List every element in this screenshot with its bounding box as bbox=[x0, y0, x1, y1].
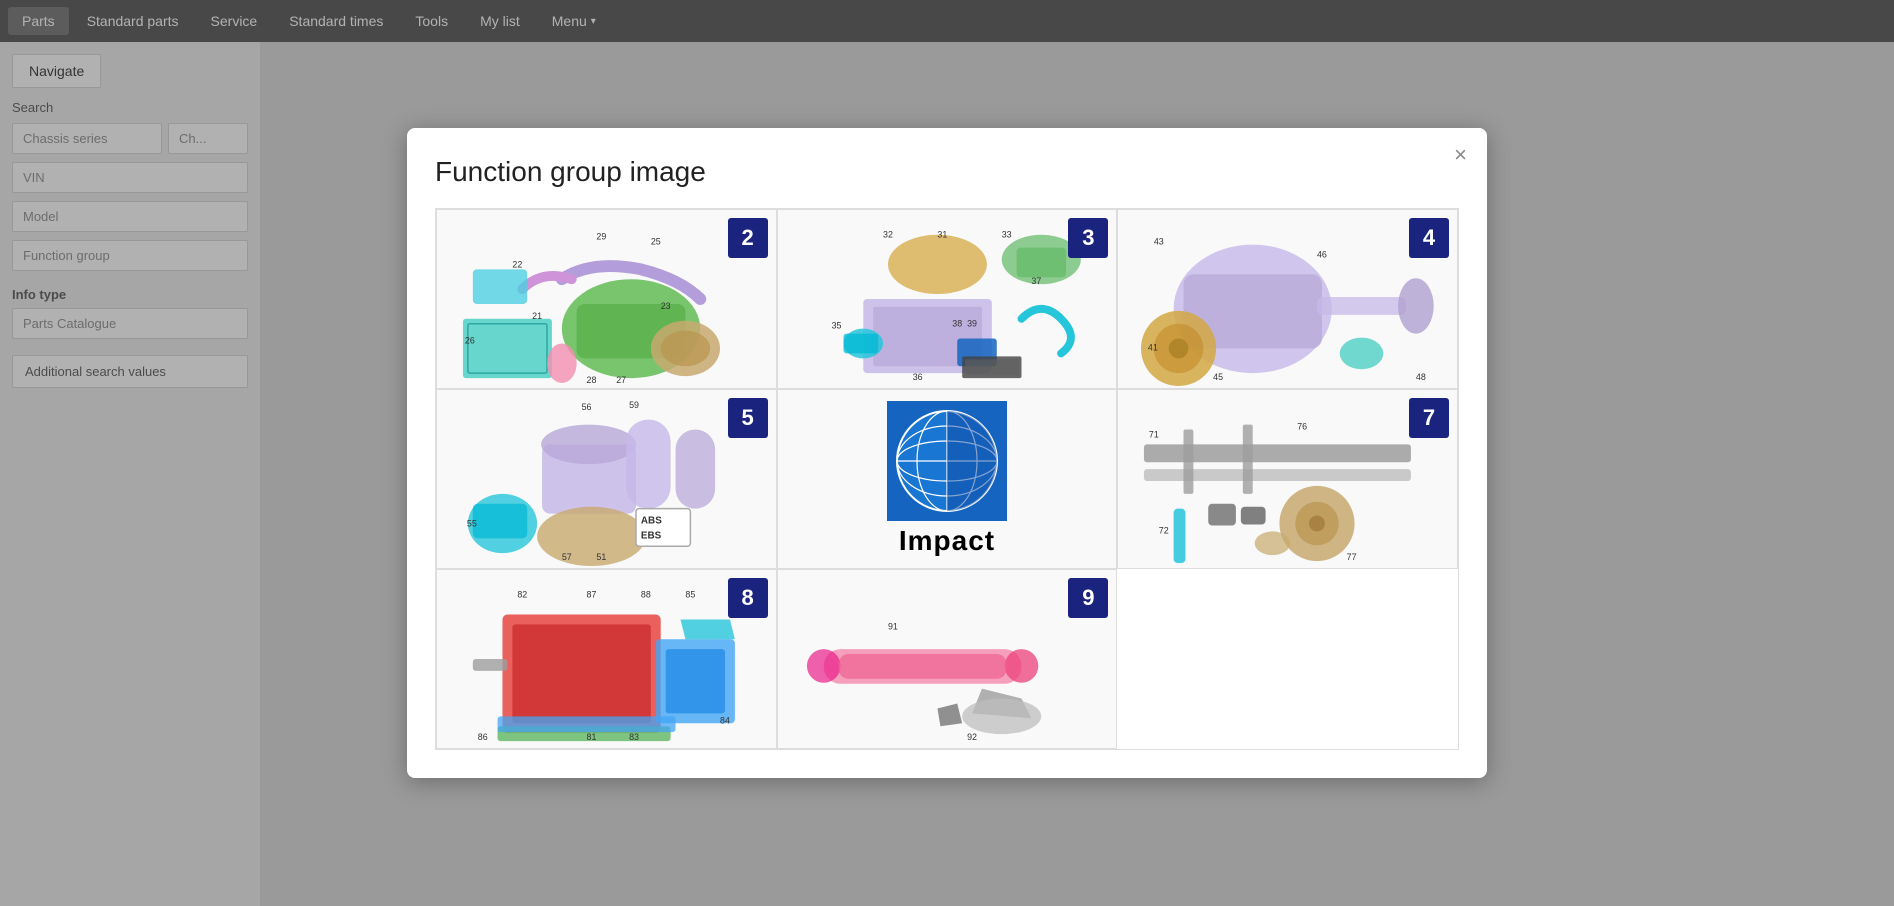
svg-text:EBS: EBS bbox=[641, 530, 662, 541]
cell-number-9: 9 bbox=[1068, 578, 1108, 618]
svg-text:72: 72 bbox=[1159, 525, 1169, 535]
svg-text:56: 56 bbox=[582, 402, 592, 412]
svg-text:45: 45 bbox=[1213, 372, 1223, 382]
svg-text:38: 38 bbox=[952, 319, 962, 329]
svg-text:22: 22 bbox=[512, 259, 522, 269]
svg-text:57: 57 bbox=[562, 552, 572, 562]
grid-cell-2[interactable]: 26 22 29 25 21 23 28 27 2 bbox=[436, 209, 777, 389]
svg-text:43: 43 bbox=[1154, 237, 1164, 247]
modal-close-button[interactable]: × bbox=[1454, 144, 1467, 166]
function-group-grid: 26 22 29 25 21 23 28 27 2 bbox=[435, 208, 1459, 750]
svg-text:23: 23 bbox=[661, 301, 671, 311]
grid-cell-9[interactable]: 91 92 9 bbox=[777, 569, 1118, 749]
modal-dialog: Function group image × bbox=[407, 128, 1487, 778]
grid-cell-7[interactable]: 71 76 72 77 7 bbox=[1117, 389, 1458, 569]
cell-5-image: ABS EBS 56 59 55 57 51 bbox=[437, 390, 776, 568]
svg-text:26: 26 bbox=[465, 336, 475, 346]
svg-text:92: 92 bbox=[967, 732, 977, 742]
svg-text:37: 37 bbox=[1031, 276, 1041, 286]
grid-cell-3[interactable]: 31 32 33 37 38 35 36 39 3 bbox=[777, 209, 1118, 389]
impact-text: Impact bbox=[899, 525, 995, 557]
cell-number-4: 4 bbox=[1409, 218, 1449, 258]
svg-text:31: 31 bbox=[937, 230, 947, 240]
svg-text:55: 55 bbox=[467, 518, 477, 528]
svg-text:81: 81 bbox=[587, 732, 597, 742]
cell-9-image: 91 92 bbox=[778, 570, 1117, 748]
modal-overlay: Function group image × bbox=[0, 0, 1894, 906]
svg-text:82: 82 bbox=[517, 590, 527, 600]
grid-cell-8[interactable]: 88 87 85 82 84 86 81 83 8 bbox=[436, 569, 777, 749]
grid-cell-impact[interactable]: Impact bbox=[777, 389, 1118, 569]
impact-globe-image bbox=[887, 401, 1007, 521]
svg-text:85: 85 bbox=[685, 590, 695, 600]
svg-text:46: 46 bbox=[1317, 249, 1327, 259]
svg-text:27: 27 bbox=[616, 375, 626, 385]
impact-logo: Impact bbox=[778, 390, 1117, 568]
svg-text:83: 83 bbox=[629, 732, 639, 742]
cell-8-image: 88 87 85 82 84 86 81 83 bbox=[437, 570, 776, 748]
cell-number-8: 8 bbox=[728, 578, 768, 618]
svg-text:77: 77 bbox=[1347, 552, 1357, 562]
svg-text:32: 32 bbox=[883, 230, 893, 240]
cell-number-7: 7 bbox=[1409, 398, 1449, 438]
svg-text:87: 87 bbox=[587, 590, 597, 600]
svg-text:48: 48 bbox=[1416, 372, 1426, 382]
svg-text:59: 59 bbox=[629, 400, 639, 410]
svg-text:21: 21 bbox=[532, 311, 542, 321]
svg-text:39: 39 bbox=[967, 319, 977, 329]
svg-text:51: 51 bbox=[596, 552, 606, 562]
svg-text:71: 71 bbox=[1149, 429, 1159, 439]
svg-text:28: 28 bbox=[587, 375, 597, 385]
cell-3-image: 31 32 33 37 38 35 36 39 bbox=[778, 210, 1117, 388]
cell-4-image: 43 46 41 45 48 bbox=[1118, 210, 1457, 388]
svg-text:25: 25 bbox=[651, 237, 661, 247]
svg-text:76: 76 bbox=[1298, 422, 1308, 432]
svg-text:35: 35 bbox=[831, 321, 841, 331]
modal-title: Function group image bbox=[435, 156, 1459, 188]
grid-cell-4[interactable]: 43 46 41 45 48 4 bbox=[1117, 209, 1458, 389]
svg-text:86: 86 bbox=[478, 732, 488, 742]
svg-text:36: 36 bbox=[912, 372, 922, 382]
grid-cell-5[interactable]: ABS EBS 56 59 55 57 51 5 bbox=[436, 389, 777, 569]
svg-text:33: 33 bbox=[1001, 230, 1011, 240]
cell-2-image: 26 22 29 25 21 23 28 27 bbox=[437, 210, 776, 388]
svg-text:29: 29 bbox=[596, 232, 606, 242]
svg-text:88: 88 bbox=[641, 590, 651, 600]
svg-text:84: 84 bbox=[720, 715, 730, 725]
svg-text:41: 41 bbox=[1148, 342, 1158, 352]
cell-number-2: 2 bbox=[728, 218, 768, 258]
cell-number-5: 5 bbox=[728, 398, 768, 438]
svg-text:ABS: ABS bbox=[641, 516, 662, 527]
cell-7-image: 71 76 72 77 bbox=[1118, 390, 1457, 568]
svg-text:91: 91 bbox=[888, 621, 898, 631]
cell-number-3: 3 bbox=[1068, 218, 1108, 258]
